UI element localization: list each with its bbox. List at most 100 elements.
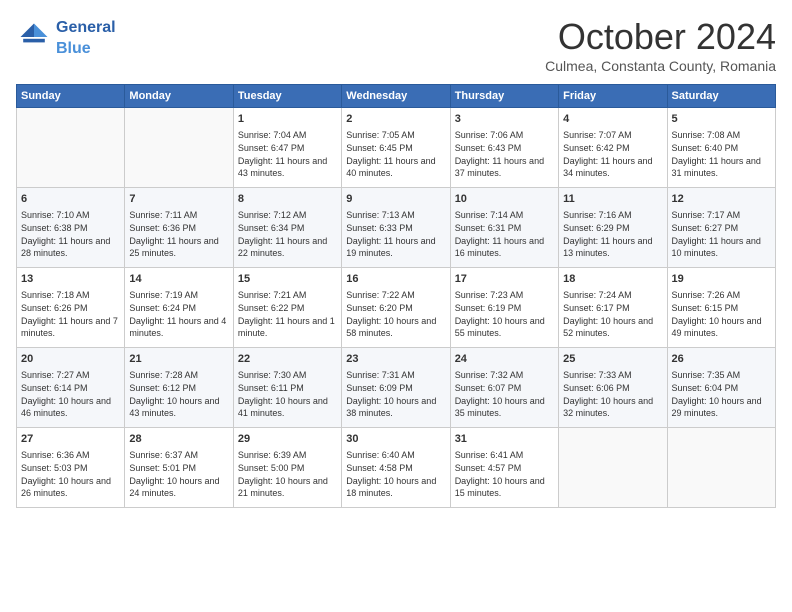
day-info: Sunrise: 7:21 AM Sunset: 6:22 PM Dayligh… bbox=[238, 289, 337, 339]
day-info: Sunrise: 7:04 AM Sunset: 6:47 PM Dayligh… bbox=[238, 129, 337, 179]
day-number: 13 bbox=[21, 272, 120, 287]
day-number: 8 bbox=[238, 192, 337, 207]
day-info: Sunrise: 7:19 AM Sunset: 6:24 PM Dayligh… bbox=[129, 289, 228, 339]
calendar-week-row: 6 Sunrise: 7:10 AM Sunset: 6:38 PM Daylig… bbox=[17, 188, 776, 268]
calendar-cell: 29Sunrise: 6:39 AM Sunset: 5:00 PM Dayli… bbox=[233, 428, 341, 508]
day-info: Sunrise: 7:16 AM Sunset: 6:29 PM Dayligh… bbox=[563, 209, 662, 259]
calendar-cell: 4 Sunrise: 7:07 AM Sunset: 6:42 PM Daylig… bbox=[559, 108, 667, 188]
calendar-cell: 28 Sunrise: 6:37 AM Sunset: 5:01 PM Dayli… bbox=[125, 428, 233, 508]
calendar-cell: 11 Sunrise: 7:16 AM Sunset: 6:29 PM Dayli… bbox=[559, 188, 667, 268]
calendar-cell: 2 Sunrise: 7:05 AM Sunset: 6:45 PM Daylig… bbox=[342, 108, 450, 188]
day-number: 10 bbox=[455, 192, 554, 207]
day-info: Sunrise: 7:11 AM Sunset: 6:36 PM Dayligh… bbox=[129, 209, 228, 259]
day-number: 16 bbox=[346, 272, 445, 287]
calendar-cell: 12Sunrise: 7:17 AM Sunset: 6:27 PM Dayli… bbox=[667, 188, 775, 268]
calendar-cell bbox=[559, 428, 667, 508]
calendar-week-row: 27 Sunrise: 6:36 AM Sunset: 5:03 PM Dayli… bbox=[17, 428, 776, 508]
day-number: 23 bbox=[346, 352, 445, 367]
day-number: 19 bbox=[672, 272, 771, 287]
calendar-cell: 18 Sunrise: 7:24 AM Sunset: 6:17 PM Dayli… bbox=[559, 268, 667, 348]
day-info: Sunrise: 7:06 AM Sunset: 6:43 PM Dayligh… bbox=[455, 129, 554, 179]
day-number: 6 bbox=[21, 192, 120, 207]
calendar-cell: 20Sunrise: 7:27 AM Sunset: 6:14 PM Dayli… bbox=[17, 348, 125, 428]
day-number: 18 bbox=[563, 272, 662, 287]
day-number: 17 bbox=[455, 272, 554, 287]
day-number: 31 bbox=[455, 432, 554, 447]
day-info: Sunrise: 7:26 AM Sunset: 6:15 PM Dayligh… bbox=[672, 289, 771, 339]
day-info: Sunrise: 7:24 AM Sunset: 6:17 PM Dayligh… bbox=[563, 289, 662, 339]
day-info: Sunrise: 7:27 AM Sunset: 6:14 PM Dayligh… bbox=[21, 369, 120, 419]
day-number: 28 bbox=[129, 432, 228, 447]
calendar-cell: 17 Sunrise: 7:23 AM Sunset: 6:19 PM Dayli… bbox=[450, 268, 558, 348]
day-number: 24 bbox=[455, 352, 554, 367]
day-header: Tuesday bbox=[233, 85, 341, 108]
day-number: 3 bbox=[455, 112, 554, 127]
day-info: Sunrise: 7:28 AM Sunset: 6:12 PM Dayligh… bbox=[129, 369, 228, 419]
day-number: 4 bbox=[563, 112, 662, 127]
calendar-cell: 7 Sunrise: 7:11 AM Sunset: 6:36 PM Daylig… bbox=[125, 188, 233, 268]
calendar-week-row: 1 Sunrise: 7:04 AM Sunset: 6:47 PM Daylig… bbox=[17, 108, 776, 188]
location: Culmea, Constanta County, Romania bbox=[545, 58, 776, 74]
calendar-cell: 9Sunrise: 7:13 AM Sunset: 6:33 PM Daylig… bbox=[342, 188, 450, 268]
day-info: Sunrise: 7:31 AM Sunset: 6:09 PM Dayligh… bbox=[346, 369, 445, 419]
calendar-cell: 15 Sunrise: 7:21 AM Sunset: 6:22 PM Dayli… bbox=[233, 268, 341, 348]
calendar-cell: 19 Sunrise: 7:26 AM Sunset: 6:15 PM Dayli… bbox=[667, 268, 775, 348]
logo-general: General bbox=[56, 19, 116, 36]
calendar-cell bbox=[17, 108, 125, 188]
day-number: 5 bbox=[672, 112, 771, 127]
day-info: Sunrise: 6:36 AM Sunset: 5:03 PM Dayligh… bbox=[21, 449, 120, 499]
calendar-table: SundayMondayTuesdayWednesdayThursdayFrid… bbox=[16, 84, 776, 508]
day-number: 27 bbox=[21, 432, 120, 447]
day-info: Sunrise: 7:12 AM Sunset: 6:34 PM Dayligh… bbox=[238, 209, 337, 259]
calendar-cell: 5 Sunrise: 7:08 AM Sunset: 6:40 PM Daylig… bbox=[667, 108, 775, 188]
calendar-cell: 24Sunrise: 7:32 AM Sunset: 6:07 PM Dayli… bbox=[450, 348, 558, 428]
day-number: 12 bbox=[672, 192, 771, 207]
calendar-cell: 16Sunrise: 7:22 AM Sunset: 6:20 PM Dayli… bbox=[342, 268, 450, 348]
day-info: Sunrise: 7:18 AM Sunset: 6:26 PM Dayligh… bbox=[21, 289, 120, 339]
day-info: Sunrise: 7:23 AM Sunset: 6:19 PM Dayligh… bbox=[455, 289, 554, 339]
day-number: 9 bbox=[346, 192, 445, 207]
calendar-cell: 3 Sunrise: 7:06 AM Sunset: 6:43 PM Daylig… bbox=[450, 108, 558, 188]
day-info: Sunrise: 6:37 AM Sunset: 5:01 PM Dayligh… bbox=[129, 449, 228, 499]
calendar-cell bbox=[667, 428, 775, 508]
day-header: Sunday bbox=[17, 85, 125, 108]
calendar-cell: 8 Sunrise: 7:12 AM Sunset: 6:34 PM Daylig… bbox=[233, 188, 341, 268]
day-number: 29 bbox=[238, 432, 337, 447]
day-header: Saturday bbox=[667, 85, 775, 108]
day-number: 7 bbox=[129, 192, 228, 207]
day-number: 15 bbox=[238, 272, 337, 287]
calendar-cell: 1 Sunrise: 7:04 AM Sunset: 6:47 PM Daylig… bbox=[233, 108, 341, 188]
day-info: Sunrise: 7:10 AM Sunset: 6:38 PM Dayligh… bbox=[21, 209, 120, 259]
month-title: October 2024 bbox=[545, 16, 776, 58]
calendar-header: SundayMondayTuesdayWednesdayThursdayFrid… bbox=[17, 85, 776, 108]
calendar-cell: 26Sunrise: 7:35 AM Sunset: 6:04 PM Dayli… bbox=[667, 348, 775, 428]
day-info: Sunrise: 7:05 AM Sunset: 6:45 PM Dayligh… bbox=[346, 129, 445, 179]
day-info: Sunrise: 6:40 AM Sunset: 4:58 PM Dayligh… bbox=[346, 449, 445, 499]
logo: General Blue bbox=[16, 16, 116, 58]
calendar-cell bbox=[125, 108, 233, 188]
logo-icon bbox=[16, 19, 52, 55]
day-info: Sunrise: 7:07 AM Sunset: 6:42 PM Dayligh… bbox=[563, 129, 662, 179]
calendar-cell: 27 Sunrise: 6:36 AM Sunset: 5:03 PM Dayli… bbox=[17, 428, 125, 508]
day-number: 2 bbox=[346, 112, 445, 127]
calendar-cell: 21 Sunrise: 7:28 AM Sunset: 6:12 PM Dayli… bbox=[125, 348, 233, 428]
day-number: 30 bbox=[346, 432, 445, 447]
day-info: Sunrise: 7:08 AM Sunset: 6:40 PM Dayligh… bbox=[672, 129, 771, 179]
day-header: Wednesday bbox=[342, 85, 450, 108]
day-number: 11 bbox=[563, 192, 662, 207]
logo-blue: Blue bbox=[56, 40, 91, 57]
day-info: Sunrise: 6:41 AM Sunset: 4:57 PM Dayligh… bbox=[455, 449, 554, 499]
calendar-body: 1 Sunrise: 7:04 AM Sunset: 6:47 PM Daylig… bbox=[17, 108, 776, 508]
day-info: Sunrise: 7:30 AM Sunset: 6:11 PM Dayligh… bbox=[238, 369, 337, 419]
day-header: Thursday bbox=[450, 85, 558, 108]
calendar-cell: 13 Sunrise: 7:18 AM Sunset: 6:26 PM Dayli… bbox=[17, 268, 125, 348]
calendar-week-row: 13 Sunrise: 7:18 AM Sunset: 6:26 PM Dayli… bbox=[17, 268, 776, 348]
header-row: SundayMondayTuesdayWednesdayThursdayFrid… bbox=[17, 85, 776, 108]
title-block: October 2024 Culmea, Constanta County, R… bbox=[545, 16, 776, 74]
day-info: Sunrise: 7:33 AM Sunset: 6:06 PM Dayligh… bbox=[563, 369, 662, 419]
day-number: 1 bbox=[238, 112, 337, 127]
calendar-cell: 14Sunrise: 7:19 AM Sunset: 6:24 PM Dayli… bbox=[125, 268, 233, 348]
day-number: 21 bbox=[129, 352, 228, 367]
day-number: 22 bbox=[238, 352, 337, 367]
calendar-cell: 6 Sunrise: 7:10 AM Sunset: 6:38 PM Daylig… bbox=[17, 188, 125, 268]
